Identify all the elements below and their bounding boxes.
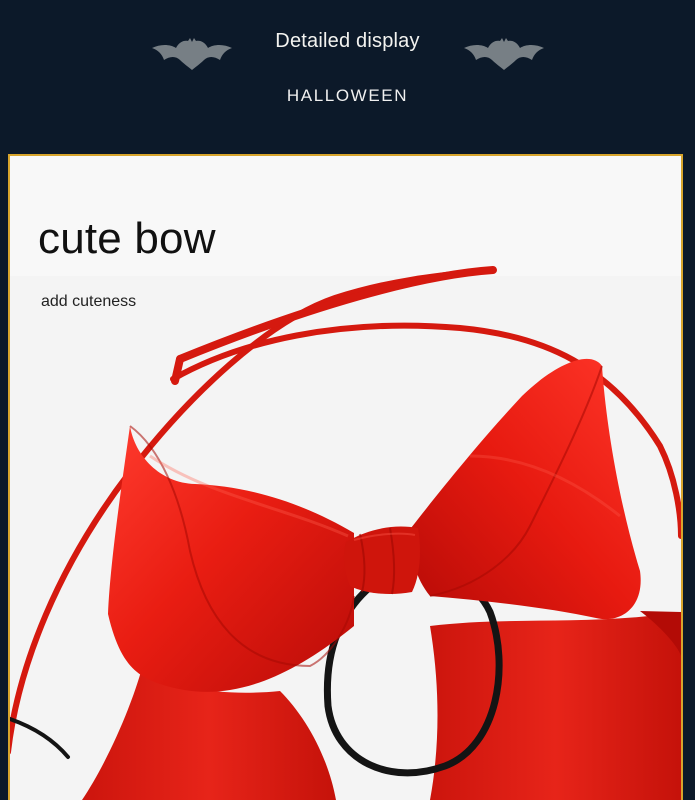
bat-icon bbox=[464, 38, 544, 70]
section-subtitle: HALLOWEEN bbox=[286, 86, 409, 105]
feature-headline: cute bow bbox=[38, 214, 216, 263]
product-photo: cute bow add cuteness bbox=[10, 156, 681, 800]
section-title: Detailed display bbox=[275, 30, 420, 52]
feature-caption: add cuteness bbox=[41, 293, 137, 310]
detail-page: Detailed display HALLOWEEN cute bow add … bbox=[0, 0, 695, 800]
product-photo-frame: cute bow add cuteness bbox=[8, 154, 683, 800]
